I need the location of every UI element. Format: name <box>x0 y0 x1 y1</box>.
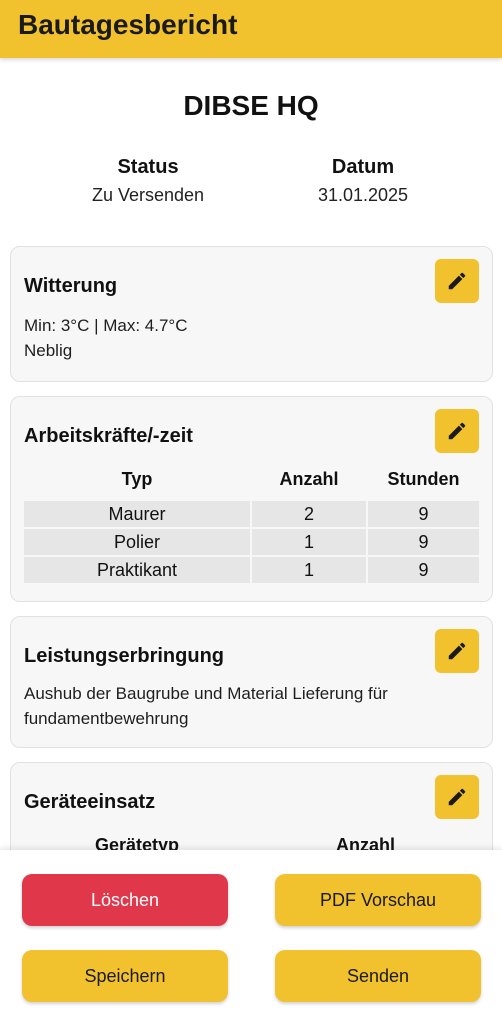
date-value: 31.01.2025 <box>317 185 409 205</box>
table-row: Maurer 2 9 <box>24 501 479 527</box>
weather-condition: Neblig <box>24 341 73 360</box>
pdf-preview-button[interactable]: PDF Vorschau <box>275 874 481 926</box>
pencil-icon <box>448 788 466 806</box>
workforce-card: Arbeitskräfte/-zeit Typ Anzahl Stunden M… <box>10 396 493 602</box>
app-bar: Bautagesbericht <box>0 0 502 58</box>
performance-edit-button[interactable] <box>435 629 479 673</box>
weather-temperature: Min: 3°C | Max: 4.7°C <box>24 316 188 335</box>
table-row: Praktikant 1 9 <box>24 557 479 583</box>
pencil-icon <box>448 642 466 660</box>
delete-button[interactable]: Löschen <box>22 874 228 926</box>
column-header-geraetetyp: Gerätetyp <box>94 835 180 850</box>
equipment-title: Geräteeinsatz <box>24 791 156 813</box>
cell-typ: Maurer <box>24 501 250 527</box>
status-value: Zu Versenden <box>91 185 205 205</box>
pencil-icon <box>448 272 466 290</box>
column-header-stunden: Stunden <box>387 469 460 489</box>
report-content[interactable]: DIBSE HQ Status Zu Versenden Datum 31.01… <box>0 58 502 850</box>
weather-edit-button[interactable] <box>435 259 479 303</box>
cell-anzahl: 1 <box>252 557 366 583</box>
performance-text-line1: Aushub der Baugrube und Material Lieferu… <box>24 684 388 703</box>
performance-title: Leistungserbringung <box>24 645 224 667</box>
performance-text-line2: fundamentbewehrung <box>24 709 189 728</box>
site-name: DIBSE HQ <box>183 90 319 121</box>
cell-stunden: 9 <box>368 557 479 583</box>
equipment-edit-button[interactable] <box>435 775 479 819</box>
date-label: Datum <box>331 156 395 178</box>
cell-anzahl: 1 <box>252 529 366 555</box>
cell-stunden: 9 <box>368 501 479 527</box>
status-block: Status Zu Versenden <box>58 156 238 206</box>
action-bar: Löschen PDF Vorschau Speichern Senden <box>0 850 502 1024</box>
workforce-title: Arbeitskräfte/-zeit <box>24 425 193 447</box>
table-row: Polier 1 9 <box>24 529 479 555</box>
performance-card: Leistungserbringung Aushub der Baugrube … <box>10 616 493 748</box>
equipment-card: Geräteeinsatz Gerätetyp Anzahl <box>10 762 493 850</box>
weather-card: Witterung Min: 3°C | Max: 4.7°C Neblig <box>10 246 493 382</box>
status-label: Status <box>117 156 179 178</box>
pencil-icon <box>448 422 466 440</box>
weather-title: Witterung <box>24 275 118 297</box>
date-block: Datum 31.01.2025 <box>273 156 453 206</box>
column-header-anzahl: Anzahl <box>279 469 339 489</box>
app-title: Bautagesbericht <box>18 9 238 40</box>
workforce-edit-button[interactable] <box>435 409 479 453</box>
cell-typ: Polier <box>24 529 250 555</box>
cell-typ: Praktikant <box>24 557 250 583</box>
column-header-anzahl: Anzahl <box>335 835 395 850</box>
column-header-typ: Typ <box>121 469 153 489</box>
cell-stunden: 9 <box>368 529 479 555</box>
save-button[interactable]: Speichern <box>22 950 228 1002</box>
cell-anzahl: 2 <box>252 501 366 527</box>
send-button[interactable]: Senden <box>275 950 481 1002</box>
